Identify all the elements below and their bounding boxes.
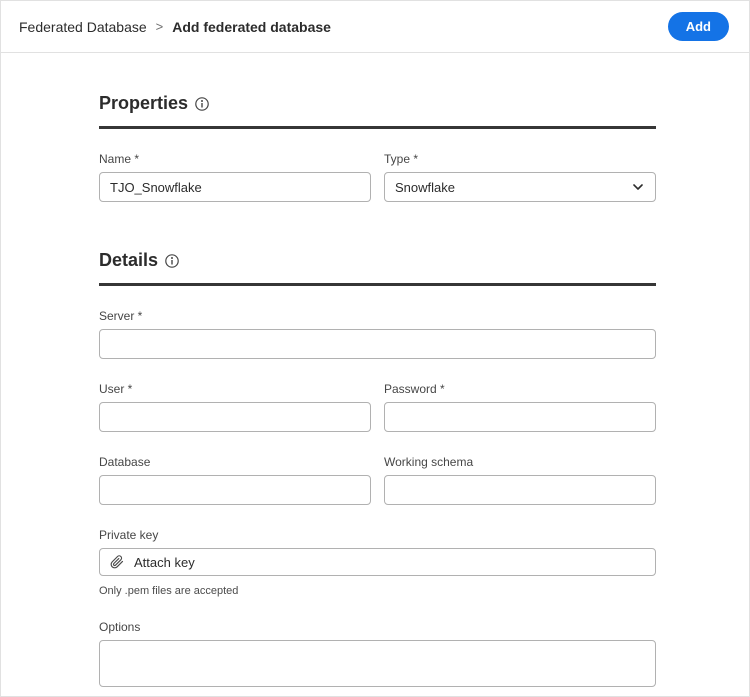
options-field-group: Options Options are in 'parameter=value'… xyxy=(99,620,656,697)
database-label: Database xyxy=(99,455,371,469)
breadcrumb-current: Add federated database xyxy=(172,19,331,35)
name-input[interactable] xyxy=(99,172,371,202)
password-input[interactable] xyxy=(384,402,656,432)
private-key-helper: Only .pem files are accepted xyxy=(99,585,656,597)
type-field-group: Type * Snowflake xyxy=(384,152,656,202)
name-label: Name * xyxy=(99,152,371,166)
add-button[interactable]: Add xyxy=(668,12,729,41)
user-label: User * xyxy=(99,382,371,396)
breadcrumb-item-federated-database[interactable]: Federated Database xyxy=(19,19,147,35)
attach-key-label: Attach key xyxy=(134,555,195,570)
breadcrumb: Federated Database > Add federated datab… xyxy=(19,19,331,35)
user-field-group: User * xyxy=(99,382,371,432)
type-label: Type * xyxy=(384,152,656,166)
properties-section: Properties Name * Ty xyxy=(99,93,656,202)
breadcrumb-separator: > xyxy=(156,19,164,34)
attach-key-button[interactable]: Attach key xyxy=(99,548,656,576)
working-schema-field-group: Working schema xyxy=(384,455,656,505)
working-schema-label: Working schema xyxy=(384,455,656,469)
paperclip-icon xyxy=(110,555,124,569)
info-icon[interactable] xyxy=(195,97,209,111)
section-divider xyxy=(99,283,656,286)
database-input[interactable] xyxy=(99,475,371,505)
user-input[interactable] xyxy=(99,402,371,432)
options-textarea[interactable] xyxy=(99,640,656,687)
working-schema-input[interactable] xyxy=(384,475,656,505)
main-content: Properties Name * Ty xyxy=(1,53,656,697)
server-input[interactable] xyxy=(99,329,656,359)
password-label: Password * xyxy=(384,382,656,396)
options-label: Options xyxy=(99,620,656,634)
server-label: Server * xyxy=(99,309,656,323)
password-field-group: Password * xyxy=(384,382,656,432)
server-field-group: Server * xyxy=(99,309,656,359)
chevron-down-icon xyxy=(633,184,643,190)
details-section: Details Server * xyxy=(99,250,656,697)
properties-form: Name * Type * Snowflake xyxy=(99,152,656,202)
details-title: Details xyxy=(99,250,158,271)
properties-heading: Properties xyxy=(99,93,656,114)
type-selected-value: Snowflake xyxy=(395,180,455,195)
add-federated-database-page: Federated Database > Add federated datab… xyxy=(0,0,750,697)
details-heading: Details xyxy=(99,250,656,271)
details-form: Server * User * Password * xyxy=(99,309,656,697)
section-divider xyxy=(99,126,656,129)
private-key-field-group: Private key Attach key Only .pem files a… xyxy=(99,528,656,597)
name-field-group: Name * xyxy=(99,152,371,202)
properties-title: Properties xyxy=(99,93,188,114)
top-bar: Federated Database > Add federated datab… xyxy=(1,1,749,53)
database-field-group: Database xyxy=(99,455,371,505)
type-select[interactable]: Snowflake xyxy=(384,172,656,202)
private-key-label: Private key xyxy=(99,528,656,542)
info-icon[interactable] xyxy=(165,254,179,268)
